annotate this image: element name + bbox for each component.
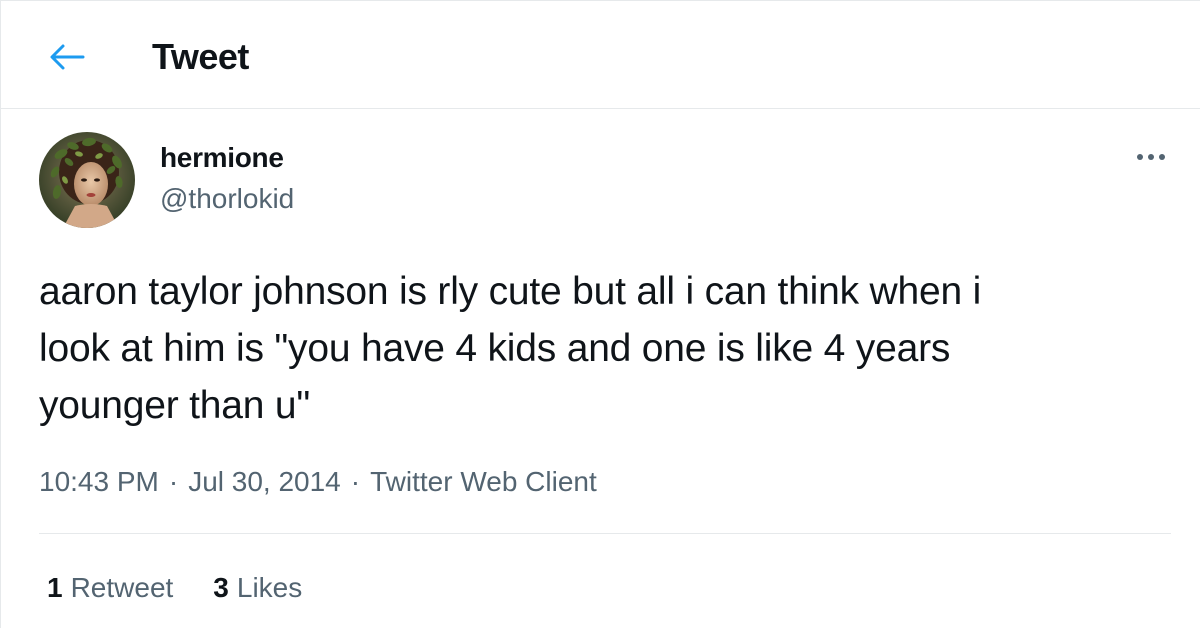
likes-count: 3 bbox=[213, 572, 229, 603]
tweet-metadata: 10:43 PM · Jul 30, 2014 · Twitter Web Cl… bbox=[39, 464, 597, 500]
page-header: Tweet bbox=[1, 1, 1200, 109]
likes-label: Likes bbox=[236, 572, 303, 603]
tweet-page: Tweet hermione @thorlokid aaron taylor j… bbox=[0, 0, 1200, 628]
back-button[interactable] bbox=[45, 35, 89, 79]
meta-separator: · bbox=[350, 466, 361, 497]
retweets-count: 1 bbox=[47, 572, 63, 603]
more-options-button[interactable] bbox=[1129, 141, 1173, 173]
tweet-date[interactable]: Jul 30, 2014 bbox=[188, 464, 341, 500]
author-display-name[interactable]: hermione bbox=[160, 141, 284, 175]
page-title: Tweet bbox=[152, 36, 249, 77]
likes-stat[interactable]: 3 Likes bbox=[213, 570, 302, 606]
meta-separator: · bbox=[168, 466, 179, 497]
tweet-text: aaron taylor johnson is rly cute but all… bbox=[39, 270, 982, 427]
author-handle[interactable]: @thorlokid bbox=[160, 182, 294, 216]
profile-photo bbox=[39, 132, 135, 228]
tweet-stats: 1 Retweet 3 Likes bbox=[47, 570, 342, 606]
divider bbox=[39, 533, 1171, 534]
retweets-stat[interactable]: 1 Retweet bbox=[47, 570, 173, 606]
tweet-client: Twitter Web Client bbox=[370, 466, 597, 497]
tweet-time[interactable]: 10:43 PM bbox=[39, 464, 159, 500]
arrow-left-icon bbox=[50, 44, 85, 70]
avatar[interactable] bbox=[39, 132, 135, 228]
retweets-label: Retweet bbox=[70, 572, 174, 603]
more-horizontal-icon bbox=[1137, 154, 1165, 160]
